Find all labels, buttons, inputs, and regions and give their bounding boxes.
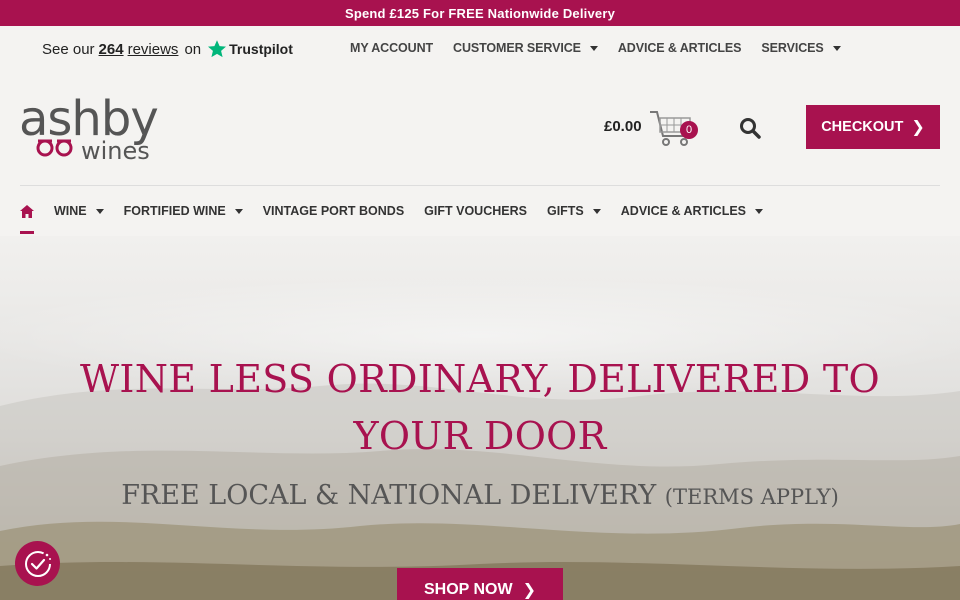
hero-subtitle-text: FREE LOCAL & NATIONAL DELIVERY (121, 480, 657, 511)
util-nav-services[interactable]: SERVICES (761, 41, 841, 55)
checkout-label: CHECKOUT (821, 119, 904, 135)
trustpilot-on: on (184, 40, 202, 58)
nav-gifts[interactable]: GIFTS (547, 204, 601, 218)
util-nav-advice-articles[interactable]: ADVICE & ARTICLES (618, 41, 742, 55)
caret-down-icon (234, 208, 243, 214)
nav-label: WINE (54, 204, 87, 218)
caret-down-icon (832, 45, 841, 51)
cookie-consent-icon (24, 550, 51, 577)
util-nav-label: CUSTOMER SERVICE (453, 41, 581, 55)
cart-total[interactable]: £0.00 (604, 118, 642, 135)
nav-fortified-wine[interactable]: FORTIFIED WINE (124, 204, 243, 218)
shop-now-button[interactable]: SHOP NOW ❯ (397, 568, 563, 600)
chevron-right-icon: ❯ (522, 582, 536, 599)
utility-nav: MY ACCOUNT CUSTOMER SERVICE ADVICE & ART… (350, 41, 861, 55)
hero-subtitle: FREE LOCAL & NATIONAL DELIVERY (TERMS AP… (40, 480, 920, 511)
logo-subtitle: wines (81, 137, 150, 162)
util-nav-customer-service[interactable]: CUSTOMER SERVICE (453, 41, 598, 55)
trustpilot-prefix: See our (42, 40, 95, 58)
nav-advice-articles[interactable]: ADVICE & ARTICLES (620, 204, 764, 218)
caret-down-icon (592, 208, 601, 214)
hero-title: WINE LESS ORDINARY, DELIVERED TO YOUR DO… (80, 357, 880, 458)
util-nav-my-account[interactable]: MY ACCOUNT (350, 41, 433, 55)
search-icon[interactable] (739, 117, 761, 139)
caret-down-icon (755, 208, 764, 214)
home-icon (20, 204, 34, 218)
nav-label: FORTIFIED WINE (123, 204, 226, 218)
trustpilot-review-count[interactable]: 264 (99, 41, 124, 58)
chevron-right-icon: ❯ (911, 119, 925, 136)
nav-label: GIFTS (546, 204, 584, 218)
hero-banner: WINE LESS ORDINARY, DELIVERED TO YOUR DO… (0, 236, 960, 600)
trustpilot-brand: Trustpilot (229, 41, 293, 57)
promo-text: Spend £125 For FREE Nationwide Delivery (344, 5, 616, 21)
nav-home[interactable] (20, 186, 34, 236)
caret-down-icon (589, 45, 598, 51)
util-nav-label: SERVICES (761, 41, 824, 55)
main-nav: WINE FORTIFIED WINE VINTAGE PORT BONDS G… (20, 186, 940, 236)
checkout-button[interactable]: CHECKOUT ❯ (806, 105, 940, 149)
cart-count-badge: 0 (680, 121, 698, 139)
trustpilot-star-icon (208, 40, 227, 58)
utility-bar: See our 264 reviews on Trustpilot MY ACC… (0, 26, 960, 72)
cookie-consent-button[interactable] (15, 541, 60, 586)
nav-label: GIFT VOUCHERS (424, 204, 527, 218)
nav-vintage-port-bonds[interactable]: VINTAGE PORT BONDS (263, 204, 404, 218)
shop-now-label: SHOP NOW (423, 581, 513, 598)
nav-gift-vouchers[interactable]: GIFT VOUCHERS (424, 204, 527, 218)
promo-bar: Spend £125 For FREE Nationwide Delivery (0, 0, 960, 26)
nav-label: ADVICE & ARTICLES (620, 204, 747, 218)
nav-wine[interactable]: WINE (54, 204, 104, 218)
trustpilot-widget[interactable]: See our 264 reviews on Trustpilot (42, 39, 293, 59)
caret-down-icon (95, 208, 104, 214)
util-nav-label: ADVICE & ARTICLES (617, 41, 742, 55)
trustpilot-reviews-link[interactable]: reviews (128, 41, 179, 58)
nav-label: VINTAGE PORT BONDS (262, 204, 405, 218)
util-nav-label: MY ACCOUNT (350, 41, 434, 55)
ashby-wines-logo[interactable]: ashby wines (19, 91, 184, 165)
hero-terms: (TERMS APPLY) (664, 485, 839, 509)
trustpilot-logo[interactable]: Trustpilot (207, 39, 293, 59)
